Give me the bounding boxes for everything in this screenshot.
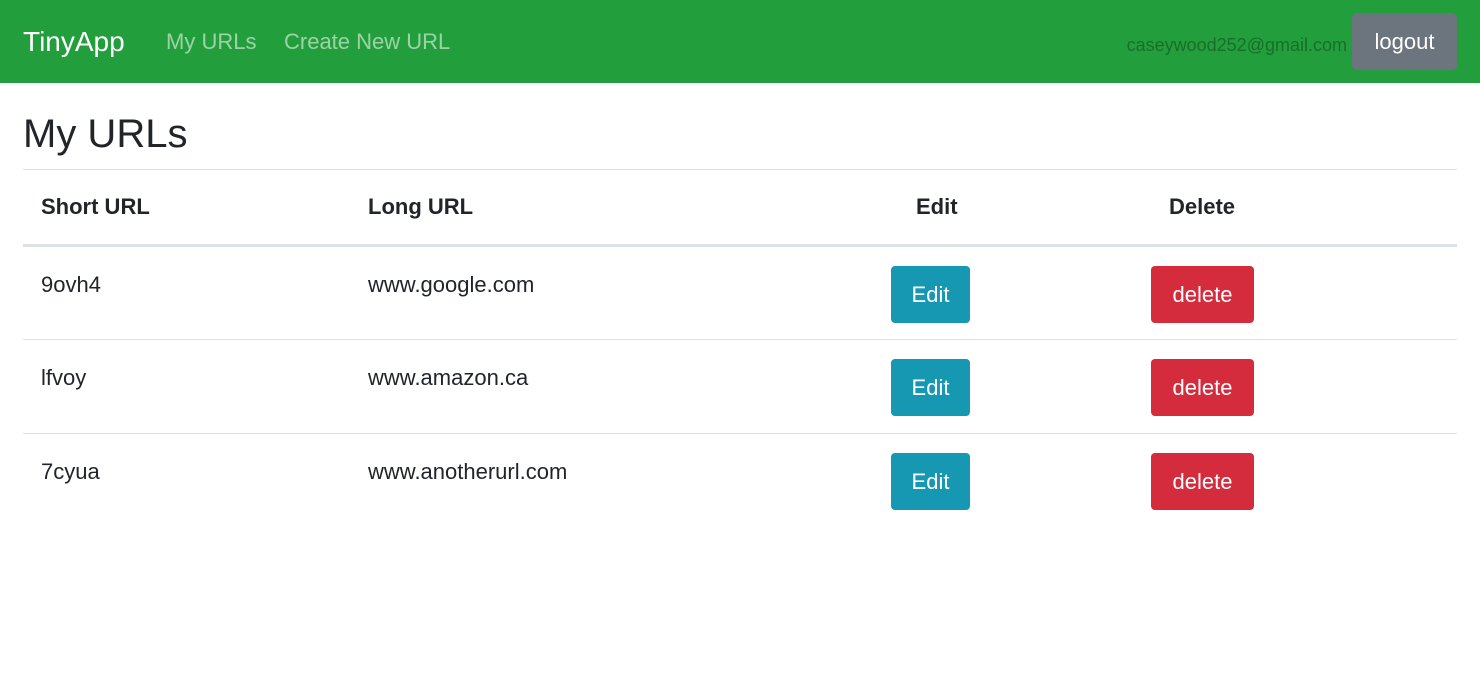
delete-button[interactable]: delete: [1151, 266, 1254, 323]
delete-button[interactable]: delete: [1151, 359, 1254, 416]
urls-table: Short URL Long URL Edit Delete 9ovh4 www…: [23, 169, 1457, 528]
long-url-cell: www.google.com: [350, 245, 898, 340]
nav-link-create-new-url[interactable]: Create New URL: [284, 28, 450, 56]
delete-button[interactable]: delete: [1151, 453, 1254, 510]
short-url-cell: lfvoy: [23, 339, 350, 434]
nav-link-my-urls[interactable]: My URLs: [166, 28, 256, 56]
table-row: lfvoy www.amazon.ca Edit delete: [23, 339, 1457, 434]
long-url-cell: www.amazon.ca: [350, 339, 898, 434]
navbar: TinyApp My URLs Create New URL caseywood…: [0, 0, 1480, 83]
delete-cell: delete: [1151, 245, 1457, 340]
edit-cell: Edit: [891, 339, 1151, 434]
header-long-url: Long URL: [350, 169, 898, 247]
header-short-url: Short URL: [23, 169, 350, 247]
table-row: 7cyua www.anotherurl.com Edit delete: [23, 434, 1457, 528]
logout-button[interactable]: logout: [1352, 13, 1457, 70]
long-url-cell: www.anotherurl.com: [368, 459, 568, 484]
edit-button[interactable]: Edit: [891, 359, 970, 416]
table-header: Short URL Long URL Edit Delete: [23, 169, 1457, 247]
table-body: 9ovh4 www.google.com Edit delete lfvoy w…: [23, 245, 1457, 528]
page-title: My URLs: [23, 112, 188, 156]
short-url-cell: 9ovh4: [23, 245, 350, 340]
edit-cell: Edit: [891, 434, 1151, 528]
delete-cell: delete: [1151, 339, 1457, 434]
header-edit: Edit: [898, 169, 1151, 247]
delete-cell: delete: [1151, 434, 1457, 528]
table-row: 9ovh4 www.google.com Edit delete: [23, 245, 1457, 340]
edit-cell: Edit: [891, 245, 1151, 340]
brand-link[interactable]: TinyApp: [23, 25, 125, 59]
edit-button[interactable]: Edit: [891, 266, 970, 323]
urls-table-container: Short URL Long URL Edit Delete 9ovh4 www…: [23, 169, 1457, 528]
header-delete: Delete: [1151, 169, 1457, 247]
edit-button[interactable]: Edit: [891, 453, 970, 510]
user-email: caseywood252@gmail.com: [1126, 35, 1347, 55]
short-url-cell: 7cyua: [41, 459, 100, 484]
table-header-row: Short URL Long URL Edit Delete: [23, 169, 1457, 247]
